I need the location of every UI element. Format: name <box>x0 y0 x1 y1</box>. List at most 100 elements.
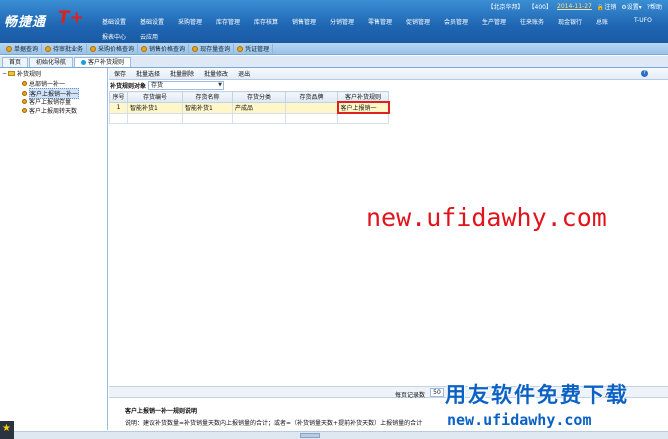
cell-code[interactable]: 智能补货1 <box>127 101 183 114</box>
menu-item[interactable]: 采购管理 <box>178 17 216 26</box>
batch-edit-button[interactable]: 批量修改 <box>204 69 228 78</box>
code-label: 【400】 <box>528 4 552 11</box>
table-row[interactable]: 1 智能补货1 智能补货1 产成品 客户上报销一 <box>109 101 390 114</box>
tree-item[interactable]: 客户上报周转天数 <box>22 106 77 115</box>
menu-item[interactable]: 报表中心 <box>102 32 140 41</box>
quick-item[interactable]: 凭证管理 <box>234 44 274 53</box>
brand-title: 用友软件免费下载 <box>445 383 629 407</box>
menu-item[interactable]: 往来账务 <box>520 17 558 26</box>
tree-root[interactable]: − 补货规则 <box>2 69 41 78</box>
cell-seq <box>109 112 128 124</box>
menu-item[interactable]: 分销管理 <box>330 17 368 26</box>
rule-icon <box>22 108 27 113</box>
filter-bar: 补货规则对象 存货 ▼ <box>109 80 668 91</box>
quick-item-label: 销售价格查询 <box>149 46 186 53</box>
rule-tree: − 补货规则 总部销一补一 客户上报销一补一 客户上报销存量 客户上报周转天数 <box>0 68 108 430</box>
rule-icon <box>22 81 27 86</box>
col-name: 存货名称 <box>182 91 233 103</box>
tab-init-nav[interactable]: 初始化导航 <box>29 57 74 67</box>
menu-item[interactable]: 促销管理 <box>406 17 444 26</box>
quick-item-label: 待审批业务 <box>53 46 84 53</box>
logo-suffix: T+ <box>58 8 84 28</box>
circle-icon <box>45 45 52 52</box>
quick-item[interactable]: 销售价格查询 <box>138 44 190 53</box>
help-icon[interactable]: ? <box>641 70 648 77</box>
table-row[interactable] <box>109 112 389 124</box>
menu-item[interactable]: 会员管理 <box>444 17 482 26</box>
circle-icon <box>192 45 199 52</box>
logout-button[interactable]: 🔒注销 <box>597 2 617 11</box>
tab-label: 客户补货规则 <box>88 59 125 66</box>
page-size-label: 每页记录数 <box>395 392 426 399</box>
col-seq: 序号 <box>109 91 128 103</box>
quick-item[interactable]: 采购价格查询 <box>87 44 139 53</box>
menu-item[interactable]: 基础设置 <box>140 17 178 26</box>
tree-item-label: 总部销一补一 <box>29 81 66 88</box>
watermark-text: new.ufidawhy.com <box>366 203 607 232</box>
cell-rule[interactable] <box>337 112 389 124</box>
menu-item[interactable]: 现金银行 <box>558 17 596 26</box>
menu-item[interactable]: 总账 <box>596 17 634 26</box>
tab-customer-replenish[interactable]: 客户补货规则 <box>74 57 132 67</box>
login-date[interactable]: 2014-11-27 <box>557 3 592 10</box>
cell-brand[interactable] <box>285 101 338 114</box>
menu-item[interactable]: 库存核算 <box>254 17 292 26</box>
col-rule: 客户补货规则 <box>337 91 389 103</box>
col-code: 存货编号 <box>127 91 183 103</box>
settings-label: 设置 <box>626 4 639 11</box>
logo-text: 畅捷通 <box>4 15 47 30</box>
quick-item-label: 凭证管理 <box>245 46 270 53</box>
cell-category[interactable]: 产成品 <box>232 101 286 114</box>
toolbar: 保存 批量选择 批量删除 批量修改 退出 ? <box>109 68 668 80</box>
menu-item[interactable]: 零售管理 <box>368 17 406 26</box>
scrollbar-thumb[interactable] <box>300 433 320 438</box>
cell-seq: 1 <box>109 101 128 114</box>
tree-root-label: 补货规则 <box>17 71 42 78</box>
app-logo: 畅捷通 T+ <box>4 8 84 30</box>
rule-table: 序号 存货编号 存货名称 存货分类 存货品牌 客户补货规则 1 智能补货1 智能… <box>109 91 390 124</box>
table-header: 序号 存货编号 存货名称 存货分类 存货品牌 客户补货规则 <box>109 91 389 103</box>
batch-delete-button[interactable]: 批量删除 <box>170 69 194 78</box>
menu-item[interactable]: 销售管理 <box>292 17 330 26</box>
menu-item[interactable]: 云应用 <box>140 32 178 41</box>
filter-select[interactable]: 存货 ▼ <box>148 81 225 90</box>
cell-brand[interactable] <box>285 112 338 124</box>
save-button[interactable]: 保存 <box>114 69 126 78</box>
cell-name[interactable]: 智能补货1 <box>182 101 233 114</box>
brand-watermark: 用友软件免费下载 new.ufidawhy.com <box>444 379 668 439</box>
quick-access-bar: 单据查询 待审批业务 采购价格查询 销售价格查询 现存量查询 凭证管理 <box>0 43 668 55</box>
quick-item[interactable]: 现存量查询 <box>189 44 235 53</box>
menu-item[interactable]: 基础设置 <box>102 17 140 26</box>
circle-icon <box>90 45 97 52</box>
circle-icon <box>237 45 244 52</box>
filter-select-value: 存货 <box>151 82 164 89</box>
rule-icon <box>22 91 27 96</box>
top-banner: 畅捷通 T+ 【北京华邦】 【400】 2014-11-27 🔒注销 ⚙设置▾ … <box>0 0 668 43</box>
tab-home[interactable]: 首页 <box>2 57 29 67</box>
batch-select-button[interactable]: 批量选择 <box>136 69 160 78</box>
tree-item[interactable]: 客户上报销存量 <box>22 97 71 106</box>
tree-item[interactable]: 总部销一补一 <box>22 79 65 88</box>
settings-button[interactable]: ⚙设置▾ <box>621 2 641 11</box>
rule-grid: 序号 存货编号 存货名称 存货分类 存货品牌 客户补货规则 1 智能补货1 智能… <box>109 91 668 391</box>
quick-item[interactable]: 待审批业务 <box>42 44 88 53</box>
cell-name[interactable] <box>182 112 233 124</box>
gear-icon <box>81 60 87 65</box>
help-button[interactable]: ?帮助 <box>647 2 662 11</box>
chevron-down-icon: ▼ <box>218 82 223 88</box>
cell-rule[interactable]: 客户上报销一 <box>336 101 390 114</box>
start-button[interactable]: ★ <box>0 421 14 439</box>
cell-category[interactable] <box>232 112 286 124</box>
menu-item[interactable]: T-UFO <box>634 17 668 26</box>
exit-button[interactable]: 退出 <box>238 69 250 78</box>
quick-item[interactable]: 单据查询 <box>3 44 43 53</box>
logout-label: 注销 <box>604 4 617 11</box>
rule-note-desc: 说明：建议补货数量=补货销量天数内上报销量的合计；或者=（补货销量天数+提前补货… <box>125 420 423 427</box>
menu-item[interactable]: 生产管理 <box>482 17 520 26</box>
tree-item-label: 客户上报周转天数 <box>29 108 78 115</box>
menu-item[interactable]: 库存管理 <box>216 17 254 26</box>
page-size-input[interactable]: 50 <box>430 388 444 397</box>
cell-code[interactable] <box>127 112 183 124</box>
quick-item-label: 采购价格查询 <box>98 46 135 53</box>
horizontal-scrollbar[interactable] <box>14 431 668 439</box>
